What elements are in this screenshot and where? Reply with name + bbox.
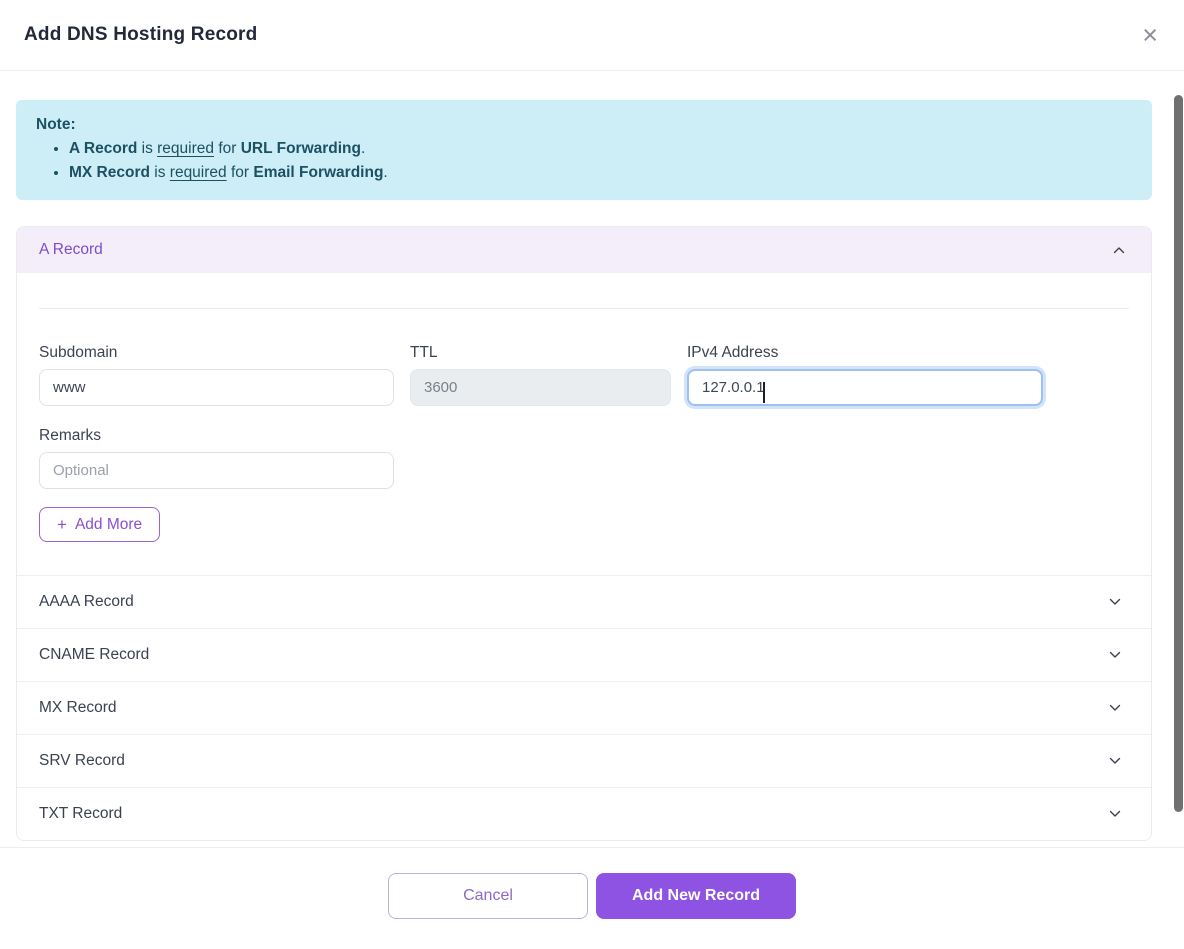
accordion-label: AAAA Record xyxy=(39,593,134,611)
accordion-header-mx-record[interactable]: MX Record xyxy=(17,681,1151,734)
chevron-down-icon xyxy=(1107,700,1123,716)
record-accordion: A Record Subdomain TTL xyxy=(16,226,1152,841)
add-new-record-button[interactable]: Add New Record xyxy=(596,873,796,919)
dialog-body: Note: A Record is required for URL Forwa… xyxy=(0,100,1168,841)
note-bold: Email Forwarding xyxy=(253,164,383,181)
add-more-label: Add More xyxy=(75,516,142,534)
chevron-down-icon xyxy=(1107,753,1123,769)
note-heading: Note: xyxy=(36,113,1132,137)
accordion-label: TXT Record xyxy=(39,805,122,823)
remarks-label: Remarks xyxy=(39,427,394,445)
note-list: A Record is required for URL Forwarding.… xyxy=(36,137,1132,185)
accordion-label: SRV Record xyxy=(39,752,125,770)
a-record-panel: Subdomain TTL IPv4 Address Remarks xyxy=(17,308,1151,575)
chevron-up-icon xyxy=(1111,242,1127,258)
dialog-footer: Cancel Add New Record xyxy=(0,848,1184,944)
chevron-down-icon xyxy=(1107,594,1123,610)
accordion-header-aaaa-record[interactable]: AAAA Record xyxy=(17,575,1151,628)
note-item-a-record: A Record is required for URL Forwarding. xyxy=(69,137,1132,161)
dialog-title: Add DNS Hosting Record xyxy=(24,24,257,46)
ipv4-input[interactable] xyxy=(687,369,1043,406)
accordion-header-srv-record[interactable]: SRV Record xyxy=(17,734,1151,787)
subdomain-input[interactable] xyxy=(39,369,394,406)
accordion-header-txt-record[interactable]: TXT Record xyxy=(17,787,1151,840)
note-underlined: required xyxy=(157,140,214,157)
ttl-input xyxy=(410,369,671,406)
note-item-mx-record: MX Record is required for Email Forwardi… xyxy=(69,161,1132,185)
close-icon: × xyxy=(1142,20,1158,50)
accordion-label: A Record xyxy=(39,241,103,259)
dialog-header: Add DNS Hosting Record × xyxy=(0,0,1184,71)
note-bold: URL Forwarding xyxy=(241,140,361,157)
note-box: Note: A Record is required for URL Forwa… xyxy=(16,100,1152,200)
note-text: . xyxy=(383,164,387,181)
note-text: is xyxy=(150,164,170,181)
a-record-fields-row: Subdomain TTL IPv4 Address xyxy=(39,344,1129,406)
note-underlined: required xyxy=(170,164,227,181)
subdomain-label: Subdomain xyxy=(39,344,394,362)
ttl-field-group: TTL xyxy=(410,344,671,406)
close-button[interactable]: × xyxy=(1140,22,1160,49)
note-text: for xyxy=(227,164,254,181)
add-more-button[interactable]: + Add More xyxy=(39,507,160,542)
note-bold: A Record xyxy=(69,140,137,157)
cancel-label: Cancel xyxy=(463,887,513,904)
note-text: . xyxy=(361,140,365,157)
ttl-label: TTL xyxy=(410,344,671,362)
scrollbar[interactable] xyxy=(1174,95,1183,812)
ipv4-label: IPv4 Address xyxy=(687,344,1043,362)
plus-icon: + xyxy=(57,516,67,533)
text-cursor xyxy=(763,382,765,403)
remarks-field-group: Remarks xyxy=(39,427,394,489)
add-dns-record-dialog: Add DNS Hosting Record × Note: A Record … xyxy=(0,0,1184,944)
accordion-label: MX Record xyxy=(39,699,117,717)
ipv4-field-group: IPv4 Address xyxy=(687,344,1043,406)
note-bold: MX Record xyxy=(69,164,150,181)
accordion-label: CNAME Record xyxy=(39,646,149,664)
note-text: is xyxy=(137,140,157,157)
cancel-button[interactable]: Cancel xyxy=(388,873,588,919)
submit-label: Add New Record xyxy=(632,887,760,904)
accordion-header-cname-record[interactable]: CNAME Record xyxy=(17,628,1151,681)
note-text: for xyxy=(214,140,241,157)
subdomain-field-group: Subdomain xyxy=(39,344,394,406)
chevron-down-icon xyxy=(1107,647,1123,663)
remarks-input[interactable] xyxy=(39,452,394,489)
chevron-down-icon xyxy=(1107,806,1123,822)
panel-divider xyxy=(39,308,1129,309)
accordion-header-a-record[interactable]: A Record xyxy=(17,227,1151,273)
